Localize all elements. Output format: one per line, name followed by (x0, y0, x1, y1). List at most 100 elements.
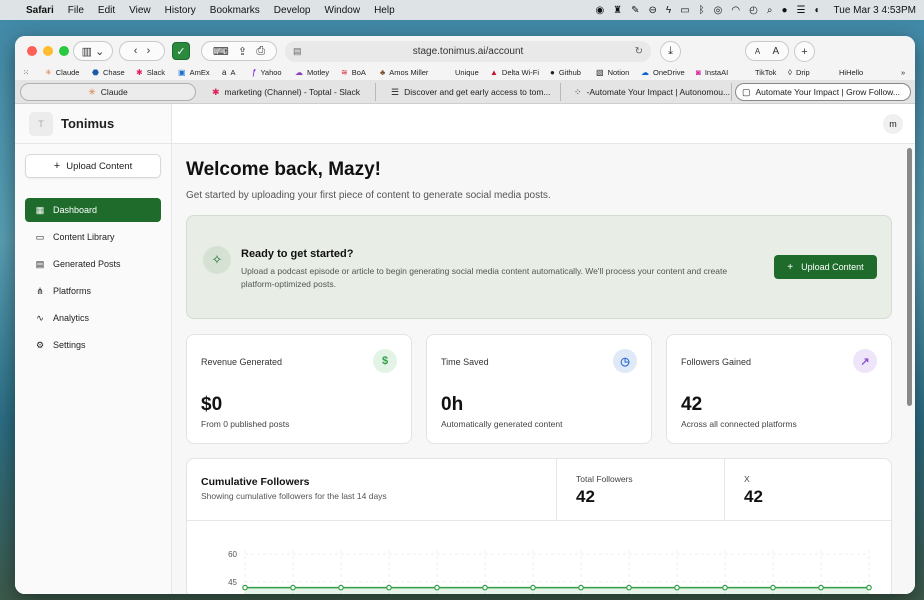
address-bar[interactable]: ▤ stage.tonimus.ai/account ↻ (285, 41, 651, 62)
followers-point[interactable] (770, 584, 776, 591)
followers-point[interactable] (578, 584, 584, 591)
sidebar-item-platforms[interactable]: ⋔ Platforms (25, 279, 161, 303)
sidebar-item-dashboard[interactable]: ▦ Dashboard (25, 198, 161, 222)
page-menu-icon[interactable]: ▤ (293, 46, 302, 57)
text-larger-button[interactable]: A (772, 46, 779, 57)
new-tab-button[interactable]: + (794, 41, 815, 62)
followers-point[interactable] (674, 584, 680, 591)
tab-automate-active[interactable]: ▢ Automate Your Impact | Grow Follow... (735, 83, 911, 101)
menu-clock[interactable]: Tue Mar 3 4:53PM (834, 5, 916, 16)
followers-point[interactable] (530, 584, 536, 591)
sidebar-toggle-button[interactable]: ▥ ⌄ (73, 41, 113, 61)
followers-point[interactable] (242, 584, 248, 591)
brand-logo[interactable]: T (29, 111, 53, 136)
tab-discover[interactable]: ☰ Discover and get early access to tom..… (385, 83, 561, 101)
bookmark-notion[interactable]: ▧ Notion (596, 68, 629, 77)
avatar[interactable]: m (883, 114, 903, 134)
bookmark-delta-wifi[interactable]: ▲ Delta Wi-Fi (490, 68, 539, 77)
bookmarks-grid-icon[interactable]: ⁙ (23, 68, 29, 77)
bookmarks-overflow-icon[interactable]: » (901, 68, 905, 77)
zoom-window-button[interactable] (59, 46, 69, 56)
control-center-icon[interactable]: ☰ (797, 5, 806, 16)
bookmark-github[interactable]: ● Github (550, 68, 581, 77)
tab-automate-1[interactable]: ⁘ -Automate Your Impact | Autonomou... (568, 83, 732, 101)
menu-help[interactable]: Help (374, 5, 395, 16)
bookmark-onedrive[interactable]: ☁ OneDrive (641, 68, 685, 77)
reload-icon[interactable]: ↻ (635, 46, 643, 57)
total-followers-value[interactable]: 42 (576, 487, 595, 507)
followers-point[interactable] (338, 584, 344, 591)
tab-slack[interactable]: ✱ marketing (Channel) - Toptal - Slack (206, 83, 376, 101)
back-forward-buttons[interactable]: ‹ › (119, 41, 165, 61)
menu-file[interactable]: File (68, 5, 84, 16)
followers-point[interactable] (722, 584, 728, 591)
sidebar-upload-button[interactable]: + Upload Content (25, 154, 161, 178)
total-followers-label[interactable]: Total Followers (576, 474, 633, 484)
text-smaller-button[interactable]: A (755, 47, 760, 56)
followers-point[interactable] (290, 584, 296, 591)
scrollbar[interactable] (907, 144, 912, 584)
menu-window[interactable]: Window (325, 5, 361, 16)
followers-point[interactable] (434, 584, 440, 591)
keyboard-icon[interactable]: ⌨ (213, 45, 229, 58)
extension-check-icon[interactable]: ✓ (172, 42, 190, 60)
menu-app-name[interactable]: Safari (26, 5, 54, 16)
minimize-window-button[interactable] (43, 46, 53, 56)
sidebar-item-generated-posts[interactable]: ▤ Generated Posts (25, 252, 161, 276)
menu-develop[interactable]: Develop (274, 5, 311, 16)
followers-point[interactable] (626, 584, 632, 591)
back-icon[interactable]: ‹ (134, 45, 138, 57)
tab-claude[interactable]: ✳ Claude (20, 83, 196, 101)
bookmark-amazon[interactable]: aA (222, 68, 235, 77)
downloads-button[interactable]: ⤓ (660, 41, 681, 62)
bookmark-instaai[interactable]: ◙ InstaAI (696, 68, 728, 77)
bookmark-tiktok[interactable]: TikTok (755, 68, 776, 77)
record-icon[interactable]: ◉ (595, 5, 604, 16)
scrollbar-thumb[interactable] (907, 148, 912, 406)
bolt-icon[interactable]: ϟ (666, 5, 671, 16)
tool-icon[interactable]: ✎ (631, 5, 639, 16)
bookmark-amos-miller[interactable]: ♣ Amos Miller (380, 68, 428, 77)
menu-history[interactable]: History (165, 5, 196, 16)
print-icon[interactable]: ⎙ (256, 45, 265, 58)
bookmark-motley[interactable]: ☁ Motley (295, 68, 329, 77)
forward-icon[interactable]: › (147, 45, 151, 57)
bookmark-yahoo[interactable]: ƒ Yahoo (252, 68, 282, 77)
sidebar-item-settings[interactable]: ⚙ Settings (25, 333, 161, 357)
bookmark-slack[interactable]: ✱ Slack (136, 68, 165, 77)
followers-point[interactable] (386, 584, 392, 591)
search-icon[interactable]: ⌕ (767, 5, 773, 16)
time-machine-icon[interactable]: ◴ (749, 5, 758, 16)
boa-icon: ≋ (341, 68, 348, 77)
sidebar-item-analytics[interactable]: ∿ Analytics (25, 306, 161, 330)
bookmark-hihello[interactable]: HiHello (839, 68, 863, 77)
menu-edit[interactable]: Edit (98, 5, 115, 16)
link-icon[interactable]: ⊖ (649, 5, 657, 16)
upload-content-button[interactable]: + Upload Content (774, 255, 877, 279)
platform-x-value[interactable]: 42 (744, 487, 763, 507)
platform-x-label[interactable]: X (744, 474, 750, 484)
url-text[interactable]: stage.tonimus.ai/account (413, 46, 524, 57)
bookmark-amex[interactable]: ▣ AmEx (178, 68, 210, 77)
user-icon[interactable]: ● (781, 5, 787, 16)
bookmark-claude[interactable]: ✳ Claude (45, 68, 79, 77)
bookmark-boa[interactable]: ≋ BoA (341, 68, 366, 77)
share-icon[interactable]: ⇪ (238, 45, 247, 58)
followers-point[interactable] (482, 584, 488, 591)
menu-view[interactable]: View (129, 5, 151, 16)
close-window-button[interactable] (27, 46, 37, 56)
followers-point[interactable] (818, 584, 824, 591)
followers-point[interactable] (866, 584, 872, 591)
battery-icon[interactable]: ▭ (680, 5, 689, 16)
bookmark-chase[interactable]: ⬣ Chase (92, 68, 125, 77)
brand-name[interactable]: Tonimus (61, 116, 114, 131)
wifi-icon[interactable]: ◠ (731, 5, 740, 16)
bookmark-unique[interactable]: Unique (455, 68, 479, 77)
bluetooth-icon[interactable]: ᛒ (699, 5, 705, 16)
airdrop-icon[interactable]: ◎ (714, 5, 723, 16)
menu-bookmarks[interactable]: Bookmarks (210, 5, 260, 16)
siri-icon[interactable]: ◐ (815, 5, 821, 16)
extension-icon[interactable]: ♜ (613, 5, 622, 16)
sidebar-item-content-library[interactable]: ▭ Content Library (25, 225, 161, 249)
bookmark-drip[interactable]: ◊ Drip (788, 68, 810, 77)
